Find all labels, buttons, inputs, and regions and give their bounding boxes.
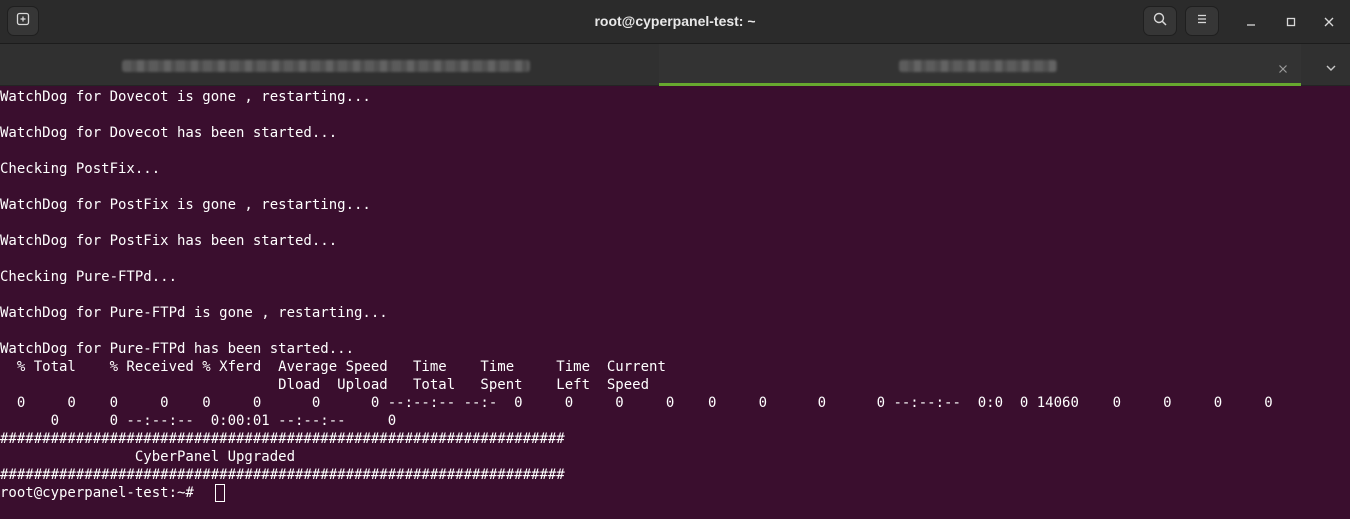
terminal-line: WatchDog for Dovecot is gone , restartin… [0,89,371,105]
menu-button[interactable] [1185,6,1219,36]
hamburger-menu-icon [1194,11,1210,31]
curl-progress-subheader: Dload Upload Total Spent Left Speed [0,377,650,393]
curl-progress-row-wrap: 0 0 --:--:-- 0:00:01 --:--:-- 0 [0,413,397,429]
new-tab-icon [15,11,31,31]
tab-2-active[interactable] [659,44,1301,86]
curl-progress-header: % Total % Received % Xferd Average Speed… [0,359,666,375]
search-icon [1152,11,1168,31]
terminal-output[interactable]: WatchDog for Dovecot is gone , restartin… [0,86,1350,519]
shell-prompt: root@cyperpanel-test:~# [0,485,203,501]
minimize-button[interactable] [1241,12,1261,32]
search-button[interactable] [1143,6,1177,36]
banner-rule: ########################################… [0,431,565,447]
banner-text: CyberPanel Upgraded [0,449,296,465]
title-bar: root@cyperpanel-test: ~ [0,0,1350,44]
curl-progress-row: 0 0 0 0 0 0 0 0 --:--:-- --:- 0 0 0 0 0 … [0,395,1273,411]
terminal-line: WatchDog for Pure-FTPd has been started.… [0,341,355,357]
close-button[interactable] [1319,12,1339,32]
terminal-line: Checking Pure-FTPd... [0,269,178,285]
tab-label-obscured [122,60,530,72]
terminal-cursor [215,484,225,502]
minimize-icon [1245,13,1257,32]
terminal-line: WatchDog for Pure-FTPd is gone , restart… [0,305,388,321]
terminal-line: WatchDog for PostFix has been started... [0,233,338,249]
banner-rule: ########################################… [0,467,565,483]
tab-1[interactable] [0,44,659,86]
maximize-icon [1285,13,1297,32]
terminal-line: WatchDog for PostFix is gone , restartin… [0,197,371,213]
terminal-line: WatchDog for Dovecot has been started... [0,125,338,141]
tab-label-obscured [899,60,1057,72]
close-icon [1323,13,1335,32]
terminal-line: Checking PostFix... [0,161,161,177]
maximize-button[interactable] [1281,12,1301,32]
chevron-down-icon [1325,59,1337,78]
tab-list-button[interactable] [1325,59,1337,78]
tab-close-icon[interactable] [1278,59,1288,78]
tab-bar [0,44,1350,86]
new-tab-button[interactable] [7,6,39,36]
